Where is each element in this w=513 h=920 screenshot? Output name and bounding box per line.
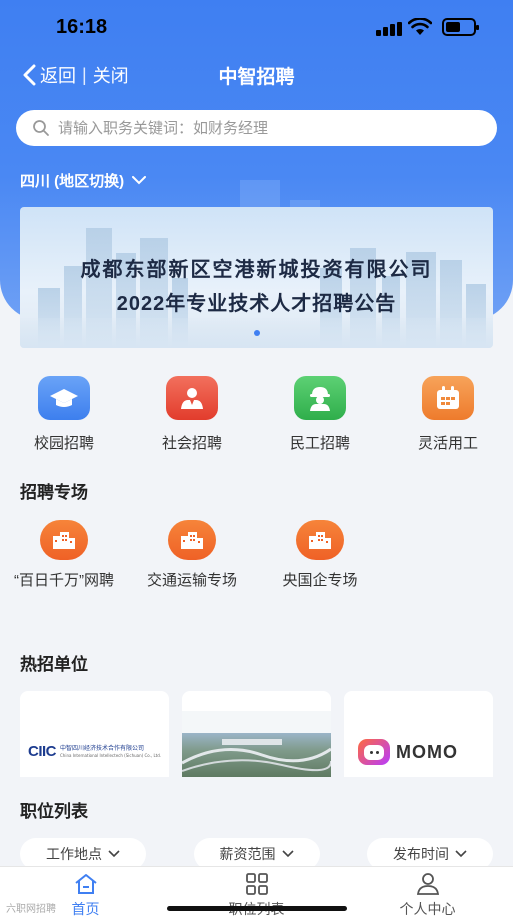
company-card[interactable]: MOMO [344, 691, 493, 777]
graduation-cap-icon [38, 376, 90, 420]
banner-subheadline: 2022年专业技术人才招聘公告 [116, 293, 397, 315]
chevron-down-icon [455, 850, 467, 858]
status-bar: 16:18 [0, 0, 513, 56]
home-icon [74, 874, 97, 894]
company-name-en: China International Intellectech (Sichua… [60, 752, 162, 758]
chevron-down-icon [132, 176, 147, 185]
worker-icon [294, 376, 346, 420]
entry-label: 灵活用工 [417, 435, 478, 452]
carousel-dots [20, 330, 493, 336]
filter-label: 发布时间 [393, 846, 449, 862]
special-sessions: “百日千万”网聘 交通运输专场 央国企专场 [0, 520, 384, 592]
special-item[interactable]: “百日千万”网聘 [0, 520, 128, 592]
company-logo-text: MOMO [396, 741, 458, 762]
nav-bar: 返回 | 关闭 中智招聘 [0, 56, 513, 96]
filter-label: 工作地点 [46, 846, 102, 862]
search-icon [33, 120, 49, 136]
banner-carousel[interactable]: 成都东部新区空港新城投资有限公司 2022年专业技术人才招聘公告 [20, 207, 493, 348]
section-title-jobs: 职位列表 [20, 802, 88, 821]
battery-icon [442, 18, 479, 36]
page-title: 中智招聘 [218, 67, 295, 88]
company-card[interactable] [182, 691, 331, 777]
special-label: 交通运输专场 [146, 572, 237, 589]
entry-label: 社会招聘 [161, 435, 222, 452]
region-label: 四川 (地区切换) [20, 173, 125, 190]
company-photo [182, 733, 331, 777]
tab-profile[interactable]: 个人中心 [342, 867, 513, 920]
user-icon [416, 873, 439, 895]
wifi-icon [408, 18, 432, 35]
signal-icon [376, 22, 402, 36]
building-icon [296, 520, 344, 560]
tab-label: 个人中心 [399, 901, 456, 917]
building-icon [168, 520, 216, 560]
calendar-icon [422, 376, 474, 420]
ciic-logo: CIIC [28, 743, 57, 760]
special-label: “百日千万”网聘 [14, 572, 114, 589]
company-logo: CIIC 中智四川经济技术合作有限公司 China International … [28, 743, 161, 760]
quick-entries: 校园招聘 社会招聘 民工招聘 灵活用工 [0, 376, 513, 453]
special-item[interactable]: 央国企专场 [256, 520, 384, 592]
entry-social-recruit[interactable]: 社会招聘 [128, 376, 256, 453]
grid-icon [245, 873, 268, 895]
special-label: 央国企专场 [282, 572, 358, 589]
entry-flexible-work[interactable]: 灵活用工 [384, 376, 512, 453]
entry-label: 校园招聘 [33, 435, 94, 452]
banner-headline: 成都东部新区空港新城投资有限公司 [80, 259, 433, 281]
tab-job-list[interactable]: 职位列表 [171, 867, 342, 920]
building-icon [40, 520, 88, 560]
status-time: 16:18 [56, 16, 108, 38]
people-icon [166, 376, 218, 420]
carousel-dot[interactable] [253, 330, 260, 336]
chevron-down-icon [108, 850, 120, 858]
region-switch[interactable]: 四川 (地区切换) [20, 170, 147, 191]
home-indicator [167, 906, 347, 911]
filter-label: 薪资范围 [219, 846, 276, 862]
search-input[interactable] [58, 119, 458, 137]
momo-icon [358, 739, 390, 765]
entry-worker-recruit[interactable]: 民工招聘 [256, 376, 384, 453]
entry-label: 民工招聘 [289, 435, 350, 452]
special-item[interactable]: 交通运输专场 [128, 520, 256, 592]
company-name: 中智四川经济技术合作有限公司 [60, 744, 145, 752]
entry-campus-recruit[interactable]: 校园招聘 [0, 376, 128, 453]
company-card[interactable]: CIIC 中智四川经济技术合作有限公司 China International … [20, 691, 169, 777]
section-title-special: 招聘专场 [20, 483, 88, 502]
chevron-down-icon [281, 850, 294, 858]
tab-label: 首页 [71, 901, 100, 917]
hot-companies: CIIC 中智四川经济技术合作有限公司 China International … [20, 691, 493, 777]
watermark: 六职网招聘 [6, 904, 56, 915]
search-bar[interactable] [16, 110, 497, 146]
section-title-hot-companies: 热招单位 [20, 655, 88, 674]
company-logo: MOMO [358, 739, 458, 765]
tab-bar: 首页 职位列表 个人中心 [0, 866, 513, 920]
